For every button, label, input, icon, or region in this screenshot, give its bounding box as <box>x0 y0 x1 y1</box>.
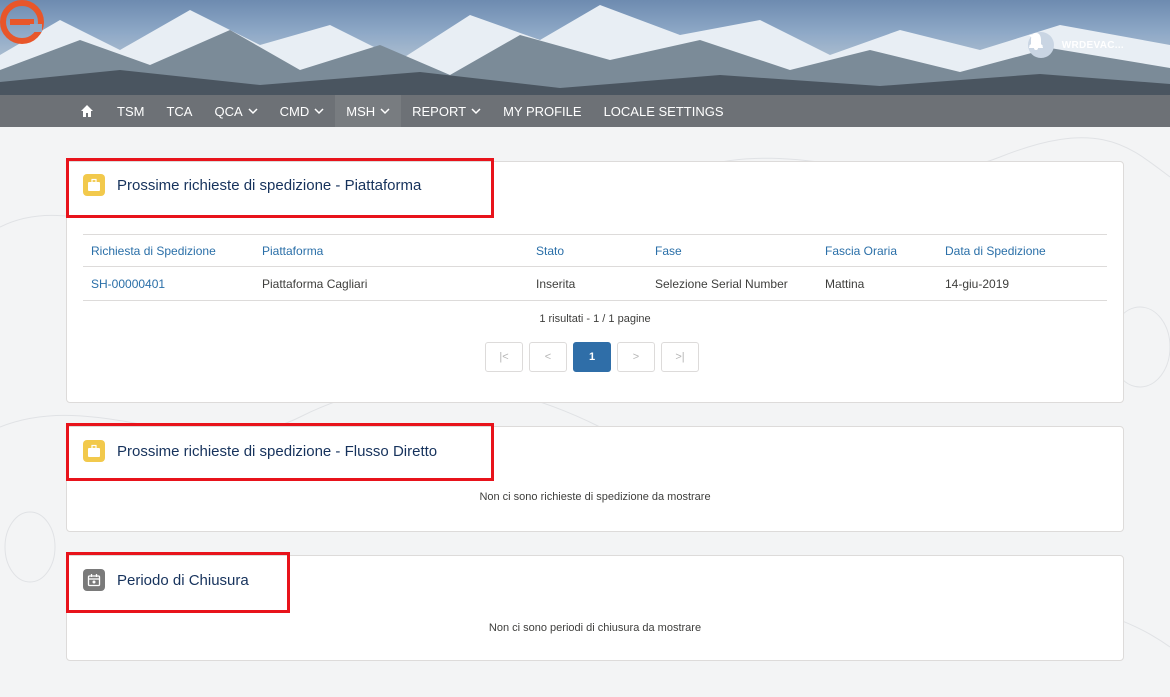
shipment-request-link[interactable]: SH-00000401 <box>83 266 254 301</box>
column-header[interactable]: Data di Spedizione <box>937 234 1107 267</box>
home-icon <box>81 105 93 117</box>
chevron-down-icon <box>380 108 390 115</box>
column-header[interactable]: Richiesta di Spedizione <box>83 234 254 267</box>
chevron-down-icon <box>314 108 324 115</box>
column-header[interactable]: Fase <box>647 234 817 267</box>
pagination: |< < 1 > >| <box>485 342 699 372</box>
nav-locale-settings[interactable]: LOCALE SETTINGS <box>593 95 735 127</box>
empty-message: Non ci sono periodi di chiusura da mostr… <box>488 622 702 634</box>
table-cell: Piattaforma Cagliari <box>254 266 528 301</box>
username: WRDEVAC... <box>1061 39 1124 51</box>
highlight-box <box>66 552 290 613</box>
chevron-down-icon <box>248 108 258 115</box>
column-header[interactable]: Fascia Oraria <box>817 234 937 267</box>
nav-tca[interactable]: TCA <box>155 95 203 127</box>
prev-page-button[interactable]: < <box>529 342 567 372</box>
table-cell: 14-giu-2019 <box>937 266 1107 301</box>
spedizioni-table: Richiesta di Spedizione Piattaforma Stat… <box>83 234 1107 301</box>
table-row: SH-00000401 Piattaforma Cagliari Inserit… <box>83 266 1107 301</box>
results-count: 1 risultati - 1 / 1 pagine <box>539 313 651 325</box>
main-nav: TSM TCA QCA CMD MSH REPORT MY PROFILE LO… <box>0 95 1170 127</box>
nav-report[interactable]: REPORT <box>401 95 492 127</box>
nav-cmd[interactable]: CMD <box>269 95 336 127</box>
company-logo[interactable] <box>0 0 44 44</box>
highlight-box <box>66 423 494 481</box>
chevron-down-icon <box>1028 35 1037 39</box>
highlight-box <box>66 158 494 218</box>
empty-message: Non ci sono richieste di spedizione da m… <box>479 491 711 503</box>
last-page-button[interactable]: >| <box>661 342 699 372</box>
first-page-button[interactable]: |< <box>485 342 523 372</box>
mountain-background <box>0 5 1170 95</box>
nav-home[interactable] <box>76 95 106 127</box>
column-header[interactable]: Piattaforma <box>254 234 528 267</box>
user-menu[interactable]: WRDEVAC... <box>1027 32 1124 58</box>
nav-qca[interactable]: QCA <box>203 95 268 127</box>
current-page-button[interactable]: 1 <box>573 342 611 372</box>
nav-my-profile[interactable]: MY PROFILE <box>492 95 593 127</box>
table-cell: Selezione Serial Number <box>647 266 817 301</box>
table-cell: Inserita <box>528 266 647 301</box>
column-header[interactable]: Stato <box>528 234 647 267</box>
table-cell: Mattina <box>817 266 937 301</box>
next-page-button[interactable]: > <box>617 342 655 372</box>
main-content: Prossime richieste di spedizione - Piatt… <box>0 127 1170 697</box>
chevron-down-icon <box>471 108 481 115</box>
nav-msh[interactable]: MSH <box>335 95 402 127</box>
nav-tsm[interactable]: TSM <box>106 95 155 127</box>
header-banner: WRDEVAC... <box>0 0 1170 95</box>
